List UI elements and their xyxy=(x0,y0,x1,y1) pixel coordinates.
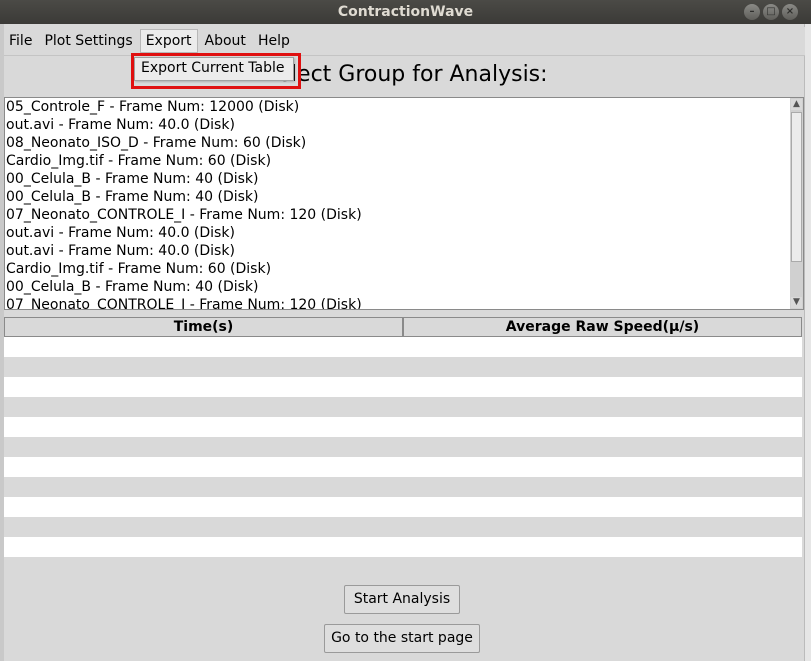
list-item[interactable]: 08_Neonato_ISO_D - Frame Num: 60 (Disk) xyxy=(5,134,791,152)
column-header-speed[interactable]: Average Raw Speed(μ/s) xyxy=(403,317,802,337)
list-item[interactable]: 00_Celula_B - Frame Num: 40 (Disk) xyxy=(5,188,791,206)
list-item[interactable]: 07_Neonato_CONTROLE_I - Frame Num: 120 (… xyxy=(5,296,791,309)
table-row xyxy=(4,437,802,457)
list-item[interactable]: Cardio_Img.tif - Frame Num: 60 (Disk) xyxy=(5,152,791,170)
start-analysis-button[interactable]: Start Analysis xyxy=(344,585,460,614)
list-item[interactable]: 05_Controle_F - Frame Num: 12000 (Disk) xyxy=(5,98,791,116)
table-row xyxy=(4,377,802,397)
list-item[interactable]: 07_Neonato_CONTROLE_I - Frame Num: 120 (… xyxy=(5,206,791,224)
title-bar: ContractionWave – □ × xyxy=(0,0,811,24)
background-desktop-right xyxy=(804,24,811,661)
list-item[interactable]: 00_Celula_B - Frame Num: 40 (Disk) xyxy=(5,278,791,296)
group-listbox[interactable]: 05_Controle_F - Frame Num: 12000 (Disk) … xyxy=(4,97,792,310)
listbox-scrollbar[interactable]: ▲ ▼ xyxy=(790,97,804,310)
minimize-icon[interactable]: – xyxy=(744,4,760,20)
menu-export[interactable]: Export xyxy=(139,29,198,53)
menu-bar: File Plot Settings Export About Help xyxy=(4,27,805,56)
start-page-button[interactable]: Go to the start page xyxy=(324,624,480,653)
heading-text: elect Group for Analysis: xyxy=(277,62,548,87)
menu-file[interactable]: File xyxy=(4,29,37,53)
menu-about[interactable]: About xyxy=(200,29,251,53)
scroll-thumb[interactable] xyxy=(791,112,802,262)
table-row xyxy=(4,457,802,477)
table-row xyxy=(4,477,802,497)
window-title: ContractionWave xyxy=(337,4,474,20)
table-row xyxy=(4,517,802,537)
scroll-down-icon[interactable]: ▼ xyxy=(791,297,802,308)
export-current-table-item[interactable]: Export Current Table xyxy=(141,60,285,76)
export-dropdown: Export Current Table xyxy=(134,57,294,81)
maximize-icon[interactable]: □ xyxy=(763,4,779,20)
table-row xyxy=(4,357,802,377)
list-item[interactable]: Cardio_Img.tif - Frame Num: 60 (Disk) xyxy=(5,260,791,278)
results-table: Time(s) Average Raw Speed(μ/s) xyxy=(4,317,802,557)
page-heading: Select Group for Analysis: xyxy=(0,62,811,87)
table-header: Time(s) Average Raw Speed(μ/s) xyxy=(4,317,802,337)
menu-plot-settings[interactable]: Plot Settings xyxy=(39,29,137,53)
list-item[interactable]: out.avi - Frame Num: 40.0 (Disk) xyxy=(5,242,791,260)
menu-help[interactable]: Help xyxy=(253,29,295,53)
list-item[interactable]: 00_Celula_B - Frame Num: 40 (Disk) xyxy=(5,170,791,188)
scroll-up-icon[interactable]: ▲ xyxy=(791,99,802,110)
table-row xyxy=(4,417,802,437)
window-controls: – □ × xyxy=(744,4,798,20)
table-row xyxy=(4,337,802,357)
table-row xyxy=(4,397,802,417)
table-row xyxy=(4,537,802,557)
list-item[interactable]: out.avi - Frame Num: 40.0 (Disk) xyxy=(5,116,791,134)
table-row xyxy=(4,497,802,517)
list-item[interactable]: out.avi - Frame Num: 40.0 (Disk) xyxy=(5,224,791,242)
column-header-time[interactable]: Time(s) xyxy=(4,317,403,337)
close-icon[interactable]: × xyxy=(782,4,798,20)
